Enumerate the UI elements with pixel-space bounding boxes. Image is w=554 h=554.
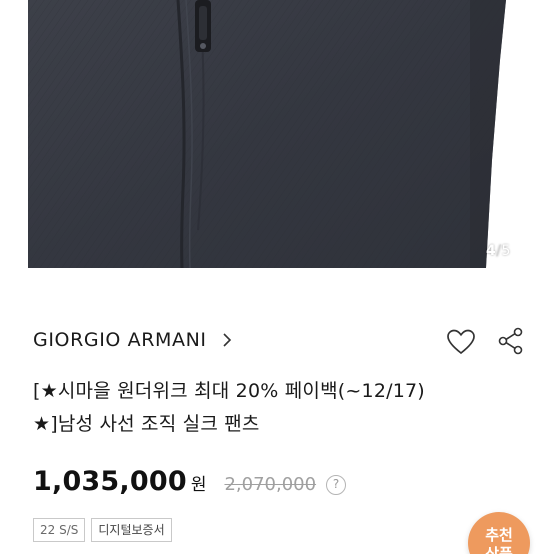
season-badge: 22 S/S: [33, 518, 86, 542]
product-image[interactable]: 4/5: [0, 0, 554, 268]
heart-icon[interactable]: [446, 328, 476, 356]
price-row: 1,035,000 원 2,070,000 ?: [33, 466, 347, 506]
product-title-line-1: [★시마을 원더위크 최대 20% 페이백(~12/17): [33, 380, 425, 402]
recommend-label-line-2: 상품: [485, 545, 513, 554]
original-price: 2,070,000: [224, 474, 317, 495]
brand-name: GIORGIO ARMANI: [33, 329, 207, 351]
brand-row: GIORGIO ARMANI: [33, 324, 534, 360]
badge-list: 22 S/S 디지털보증서: [33, 518, 172, 542]
question-icon[interactable]: ?: [326, 475, 347, 495]
chevron-right-icon: [223, 333, 231, 347]
product-title-line-2: ★]남성 사선 조직 실크 팬츠: [33, 413, 260, 435]
pants-photo: [28, 0, 506, 268]
image-counter-current: 4: [486, 243, 497, 259]
image-counter-total: 5: [501, 243, 511, 259]
currency-unit: 원: [190, 475, 207, 495]
brand-link[interactable]: GIORGIO ARMANI: [33, 329, 235, 351]
image-counter: 4/5: [486, 243, 511, 259]
product-title: [★시마을 원더위크 최대 20% 페이백(~12/17) ★]남성 사선 조직…: [33, 375, 533, 441]
digital-certificate-badge: 디지털보증서: [91, 518, 172, 542]
share-icon[interactable]: [496, 326, 526, 356]
recommend-label-line-1: 추천: [485, 526, 513, 544]
recommend-button[interactable]: 추천 상품: [468, 512, 530, 554]
sale-price: 1,035,000: [33, 466, 187, 497]
